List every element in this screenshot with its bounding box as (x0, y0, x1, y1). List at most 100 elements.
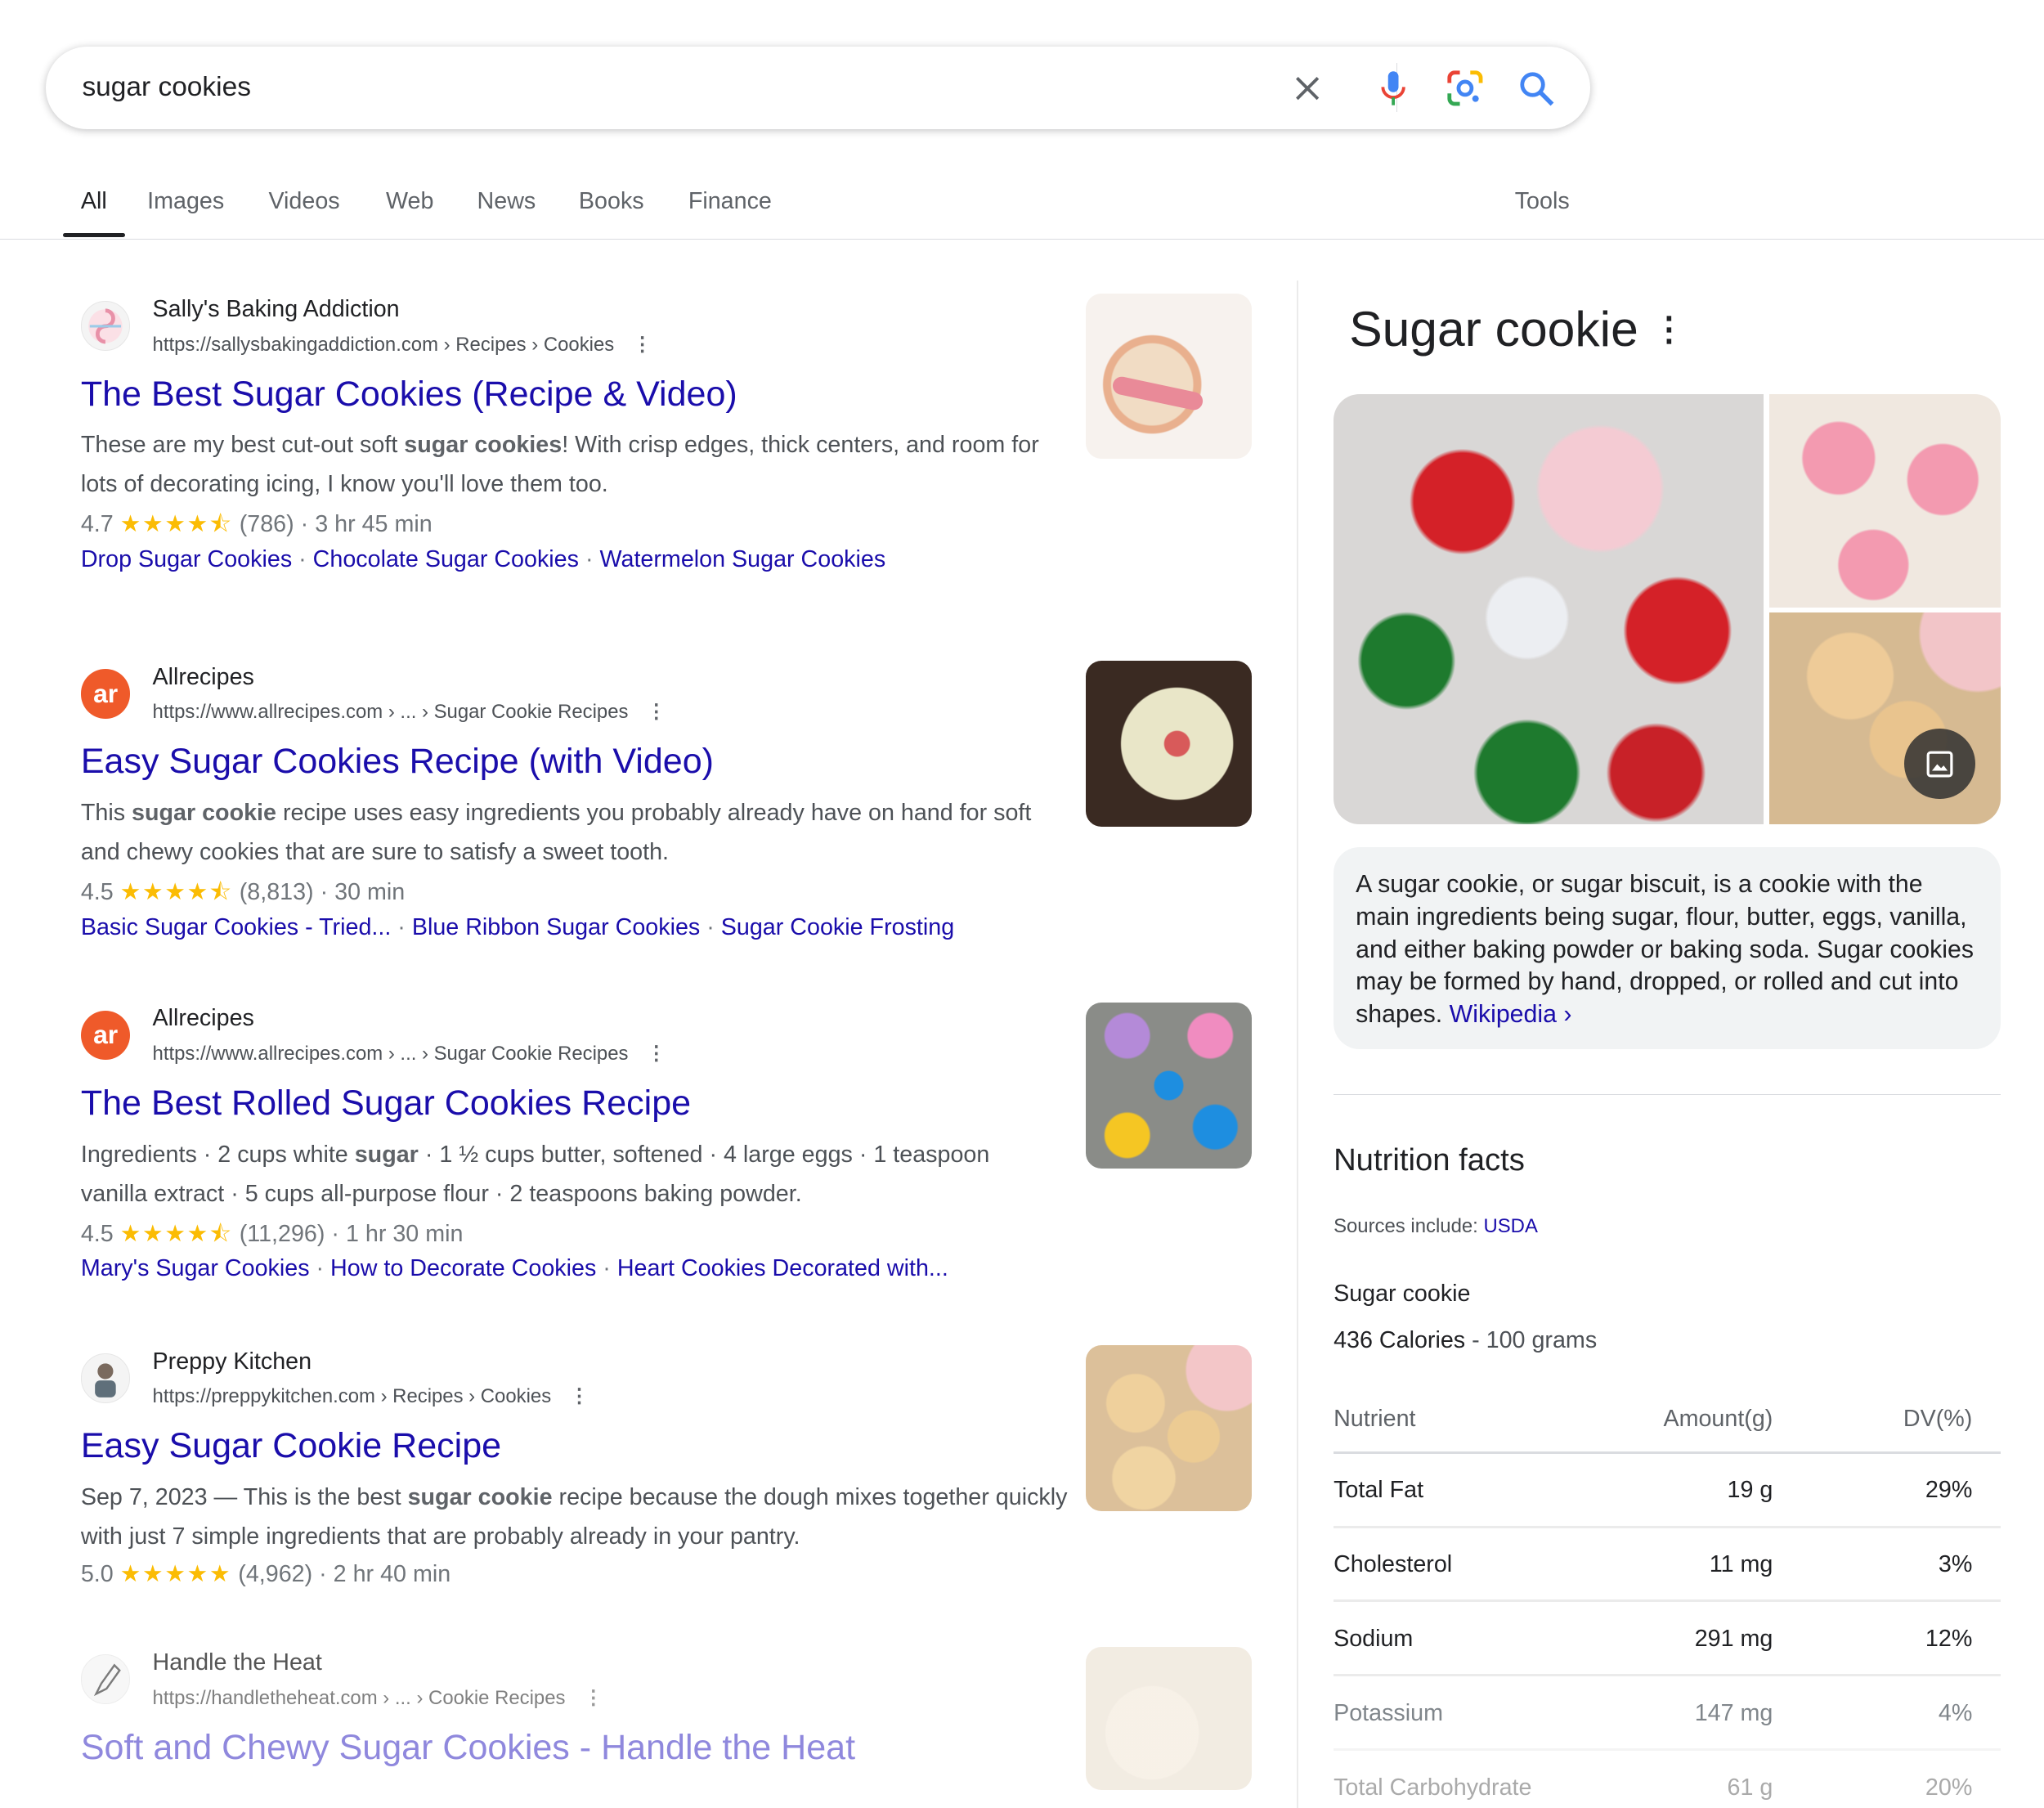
table-row: Total Fat 19 g 29% (1334, 1454, 2001, 1528)
panel-divider (1297, 280, 1299, 1808)
site-favicon: ar (80, 668, 131, 719)
more-options-icon[interactable]: ⋮ (1652, 309, 1686, 348)
result-thumbnail[interactable] (1086, 1646, 1252, 1791)
result-thumbnail[interactable] (1086, 661, 1252, 827)
nutrition-table: Nutrient Amount(g) DV(%) Total Fat 19 g 29% … (1334, 1395, 2001, 1808)
tab-videos[interactable]: Videos (268, 188, 339, 215)
url-text: https://handletheheat.com › ... › Cookie… (152, 1686, 566, 1709)
tab-finance[interactable]: Finance (688, 188, 772, 215)
tab-news[interactable]: News (477, 188, 536, 215)
more-options-icon[interactable]: ⋮ (633, 333, 652, 357)
result-url[interactable]: https://handletheheat.com › ... › Cookie… (153, 1686, 603, 1710)
star-rating-icon: ★★★★★ (119, 1560, 232, 1587)
site-favicon (80, 1654, 131, 1704)
gallery-image[interactable] (1768, 393, 2001, 608)
usda-link[interactable]: USDA (1483, 1215, 1537, 1237)
tab-books[interactable]: Books (579, 188, 644, 215)
site-name: Sally's Baking Addiction (152, 295, 400, 322)
table-row: Sodium 291 mg 12% (1334, 1602, 2001, 1677)
header-nutrient: Nutrient (1334, 1405, 1416, 1432)
search-icon[interactable] (1516, 68, 1558, 110)
sitelink[interactable]: Heart Cookies Decorated with... (617, 1255, 948, 1281)
search-result: Preppy Kitchen https://preppykitchen.com… (80, 1345, 1254, 1619)
nutrition-heading: Nutrition facts (1334, 1142, 1525, 1178)
result-url[interactable]: https://www.allrecipes.com › ... › Sugar… (153, 1042, 666, 1066)
sitelink[interactable]: Blue Ribbon Sugar Cookies (412, 914, 700, 940)
result-title-link[interactable]: The Best Rolled Sugar Cookies Recipe (81, 1083, 691, 1124)
lens-icon[interactable] (1445, 68, 1486, 110)
result-title-link[interactable]: Soft and Chewy Sugar Cookies - Handle th… (81, 1728, 855, 1768)
tab-images[interactable]: Images (147, 188, 224, 215)
result-thumbnail[interactable] (1086, 1003, 1252, 1169)
url-text: https://www.allrecipes.com › ... › Sugar… (152, 1042, 629, 1065)
sitelink[interactable]: Drop Sugar Cookies (81, 546, 292, 572)
nutrition-sources: Sources include: USDA (1334, 1215, 1538, 1238)
result-title-link[interactable]: The Best Sugar Cookies (Recipe & Video) (81, 375, 737, 415)
result-title-link[interactable]: Easy Sugar Cookies Recipe (with Video) (81, 742, 714, 782)
tab-web[interactable]: Web (386, 188, 433, 215)
result-snippet: This sugar cookie recipe uses easy ingre… (80, 799, 1032, 865)
amount: 291 mg (1694, 1626, 1773, 1653)
cook-time: 30 min (334, 878, 406, 905)
dv: 12% (1925, 1626, 1973, 1653)
sitelink[interactable]: Chocolate Sugar Cookies (313, 546, 579, 572)
more-options-icon[interactable]: ⋮ (569, 1384, 589, 1408)
microphone-icon[interactable] (1373, 68, 1414, 110)
cook-time: 3 hr 45 min (315, 511, 433, 538)
sitelink[interactable]: Mary's Sugar Cookies (81, 1255, 310, 1281)
sitelink[interactable]: Sugar Cookie Frosting (721, 914, 954, 940)
cook-time: 2 hr 40 min (333, 1560, 451, 1587)
sitelink[interactable]: Basic Sugar Cookies - Tried... (81, 914, 391, 940)
dv: 3% (1938, 1551, 1973, 1578)
search-input[interactable]: sugar cookies (82, 72, 251, 103)
result-snippet: These are my best cut-out soft sugar coo… (80, 432, 1039, 498)
sitelink[interactable]: Watermelon Sugar Cookies (599, 546, 885, 572)
review-count: (8,813) (239, 878, 314, 905)
calories-line: 436 Calories - 100 grams (1334, 1327, 1597, 1354)
divider (1334, 1093, 2001, 1096)
more-options-icon[interactable]: ⋮ (584, 1686, 603, 1710)
result-title-link[interactable]: Easy Sugar Cookie Recipe (81, 1426, 501, 1466)
rating-value: 5.0 (80, 1560, 114, 1587)
result-url[interactable]: https://www.allrecipes.com › ... › Sugar… (153, 700, 666, 724)
result-url[interactable]: https://preppykitchen.com › Recipes › Co… (153, 1384, 589, 1408)
rating-value: 4.5 (80, 1220, 114, 1247)
nutrient: Total Fat (1334, 1477, 1424, 1504)
star-rating-icon: ★★★★⯪ (119, 1220, 233, 1247)
site-name: Handle the Heat (152, 1649, 322, 1676)
result-url[interactable]: https://sallysbakingaddiction.com › Reci… (153, 333, 652, 357)
tools-button[interactable]: Tools (1515, 188, 1570, 215)
site-name: Allrecipes (152, 1005, 254, 1032)
more-images-icon[interactable] (1904, 729, 1975, 800)
result-thumbnail[interactable] (1086, 1345, 1252, 1511)
search-result: ar Allrecipes https://www.allrecipes.com… (80, 1003, 1254, 1316)
nutrient: Total Carbohydrate (1334, 1774, 1532, 1801)
more-options-icon[interactable]: ⋮ (647, 700, 666, 724)
search-box[interactable]: sugar cookies (45, 47, 1591, 129)
rating-line: 4.5 ★★★★⯪ (8,813) · 30 min (80, 878, 406, 905)
result-thumbnail[interactable] (1086, 293, 1252, 460)
header-amount: Amount(g) (1663, 1405, 1773, 1432)
cook-time: 1 hr 30 min (345, 1220, 464, 1247)
description-text: A sugar cookie, or sugar biscuit, is a c… (1356, 870, 1974, 1029)
site-name: Preppy Kitchen (152, 1348, 312, 1375)
dv: 29% (1925, 1477, 1973, 1504)
sources-label: Sources include: (1334, 1214, 1478, 1237)
image-gallery[interactable] (1334, 393, 2001, 824)
url-text: https://www.allrecipes.com › ... › Sugar… (152, 701, 629, 724)
sitelink[interactable]: How to Decorate Cookies (330, 1255, 596, 1281)
clear-icon[interactable] (1287, 68, 1329, 110)
result-snippet: Sep 7, 2023 — This is the best sugar coo… (80, 1484, 1068, 1550)
review-count: (786) (239, 511, 294, 538)
rating-line: 4.5 ★★★★⯪ (11,296) · 1 hr 30 min (80, 1220, 464, 1247)
tab-all[interactable]: All (62, 188, 126, 237)
wikipedia-link[interactable]: Wikipedia › (1450, 1001, 1572, 1028)
nutrient: Cholesterol (1334, 1551, 1453, 1578)
review-count: (4,962) (238, 1560, 313, 1587)
amount: 11 mg (1709, 1551, 1773, 1578)
site-favicon (80, 1353, 131, 1403)
search-result: ar Allrecipes https://www.allrecipes.com… (80, 661, 1254, 974)
gallery-image[interactable] (1768, 612, 2001, 824)
gallery-image-main[interactable] (1334, 393, 1764, 824)
more-options-icon[interactable]: ⋮ (647, 1042, 666, 1066)
